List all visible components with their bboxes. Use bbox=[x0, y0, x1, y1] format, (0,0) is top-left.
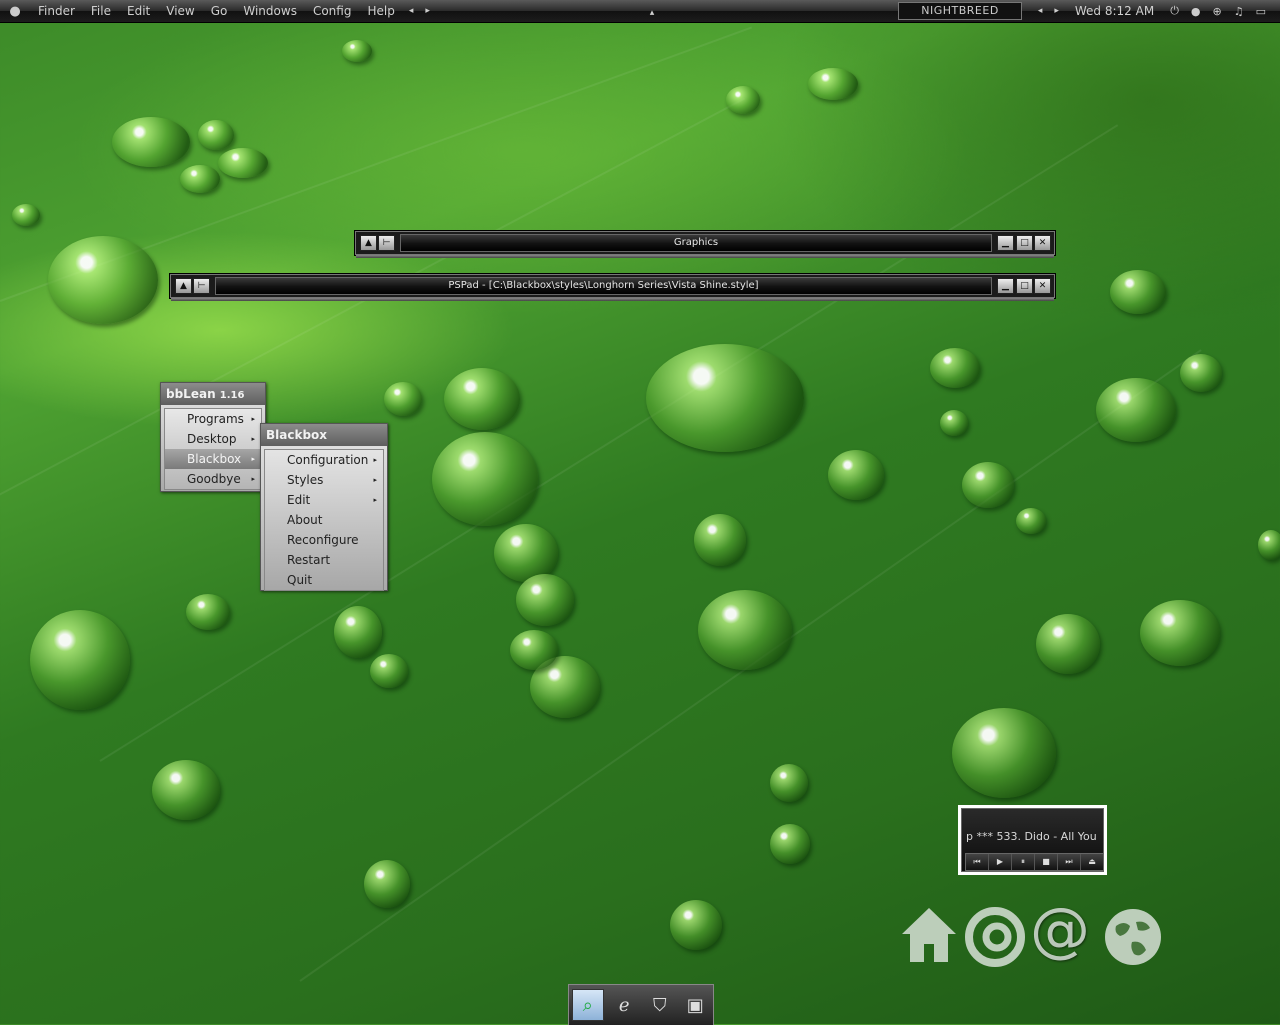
window-pin-icon[interactable]: ⊢ bbox=[378, 235, 395, 251]
copyright-like-icon[interactable] bbox=[964, 906, 1026, 968]
menu-item-label: Desktop bbox=[187, 432, 237, 446]
window-up-icon[interactable]: ▲ bbox=[360, 235, 377, 251]
workspace-label[interactable]: NIGHTBREED bbox=[898, 2, 1022, 20]
maximize-icon[interactable]: □ bbox=[1016, 235, 1033, 251]
menu-item-label: Configuration bbox=[287, 453, 369, 467]
window-manager-icon[interactable]: ▣ bbox=[680, 990, 710, 1020]
window-up-icon[interactable]: ▲ bbox=[175, 278, 192, 294]
submenu-arrow-icon: ▸ bbox=[373, 476, 377, 484]
nav-back-arrow-icon[interactable]: ◂ bbox=[403, 6, 420, 16]
menu-item-quit[interactable]: Quit bbox=[265, 570, 383, 590]
eject-icon[interactable]: ⏏ bbox=[1081, 854, 1103, 870]
internet-explorer-icon[interactable]: ℯ bbox=[609, 990, 639, 1020]
menu-title-text: bbLean bbox=[166, 387, 216, 401]
menu-item-configuration[interactable]: Configuration ▸ bbox=[265, 450, 383, 470]
network-icon[interactable]: ⊕ bbox=[1207, 5, 1228, 18]
submenu-title: Blackbox bbox=[261, 424, 387, 446]
minimize-icon[interactable]: ▁ bbox=[997, 235, 1014, 251]
menu-help[interactable]: Help bbox=[359, 4, 402, 18]
clock[interactable]: Wed 8:12 AM bbox=[1065, 4, 1164, 18]
menu-item-label: About bbox=[287, 513, 323, 527]
menu-item-label: Goodbye bbox=[187, 472, 241, 486]
menu-item-label: Programs bbox=[187, 412, 244, 426]
menu-item-blackbox[interactable]: Blackbox ▸ bbox=[165, 449, 261, 469]
menu-finder[interactable]: Finder bbox=[30, 4, 83, 18]
window-title[interactable]: PSPad - [C:\Blackbox\styles\Longhorn Ser… bbox=[215, 277, 992, 295]
apple-icon[interactable]: ● bbox=[0, 4, 30, 19]
close-icon[interactable]: ✕ bbox=[1034, 278, 1051, 294]
menu-item-label: Reconfigure bbox=[287, 533, 359, 547]
menubar-spacer: ▴ bbox=[436, 4, 898, 18]
pause-icon[interactable]: ⏸ bbox=[1012, 854, 1035, 870]
menu-items: Programs ▸ Desktop ▸ Blackbox ▸ Goodbye ▸ bbox=[164, 408, 262, 490]
nav-forward-arrow-icon[interactable]: ▸ bbox=[419, 6, 436, 16]
menu-file[interactable]: File bbox=[83, 4, 119, 18]
menu-item-styles[interactable]: Styles ▸ bbox=[265, 470, 383, 490]
play-icon[interactable]: ▶ bbox=[989, 854, 1012, 870]
headphones-icon[interactable]: ♫ bbox=[1228, 5, 1250, 18]
menu-item-label: Edit bbox=[287, 493, 311, 507]
menu-config[interactable]: Config bbox=[305, 4, 360, 18]
submenu-arrow-icon: ▸ bbox=[251, 435, 255, 443]
menu-view[interactable]: View bbox=[158, 4, 202, 18]
submenu-arrow-icon: ▸ bbox=[373, 456, 377, 464]
workspace-prev-icon[interactable]: ◂ bbox=[1032, 6, 1049, 16]
previous-track-icon[interactable]: ⏮ bbox=[966, 854, 989, 870]
window-title[interactable]: Graphics bbox=[400, 234, 992, 252]
media-player-body: p *** 533. Dido - All You ⏮ ▶ ⏸ ■ ⏭ ⏏ bbox=[961, 808, 1104, 872]
collapse-arrow-icon[interactable]: ▴ bbox=[644, 8, 661, 18]
submenu-arrow-icon: ▸ bbox=[251, 475, 255, 483]
graphics-window[interactable]: ▲ ⊢ Graphics ▁ □ ✕ bbox=[355, 231, 1055, 258]
menu-item-label: Quit bbox=[287, 573, 313, 587]
submenu-arrow-icon: ▸ bbox=[251, 455, 255, 463]
dock: ⌕ ℯ ⛉ ▣ bbox=[568, 984, 714, 1025]
menu-title: bbLean 1.16 bbox=[161, 383, 265, 405]
submenu-arrow-icon: ▸ bbox=[251, 415, 255, 423]
desktop-icon[interactable]: ▭ bbox=[1250, 5, 1280, 18]
menu-go[interactable]: Go bbox=[203, 4, 236, 18]
menu-item-label: Styles bbox=[287, 473, 324, 487]
status-dot-icon[interactable]: ● bbox=[1185, 5, 1207, 18]
power-icon[interactable]: ⏻ bbox=[1164, 4, 1185, 18]
menu-windows[interactable]: Windows bbox=[235, 4, 305, 18]
menu-item-edit[interactable]: Edit ▸ bbox=[265, 490, 383, 510]
menu-item-reconfigure[interactable]: Reconfigure bbox=[265, 530, 383, 550]
globe-icon[interactable] bbox=[1102, 906, 1164, 968]
next-track-icon[interactable]: ⏭ bbox=[1058, 854, 1081, 870]
submenu-items: Configuration ▸ Styles ▸ Edit ▸ About Recon… bbox=[264, 449, 384, 591]
home-icon[interactable] bbox=[898, 904, 960, 966]
menu-version: 1.16 bbox=[219, 390, 245, 401]
menu-item-goodbye[interactable]: Goodbye ▸ bbox=[165, 469, 261, 489]
pspad-window[interactable]: ▲ ⊢ PSPad - [C:\Blackbox\styles\Longhorn… bbox=[170, 274, 1055, 301]
menu-item-label: Restart bbox=[287, 553, 331, 567]
shield-icon[interactable]: ⛉ bbox=[645, 990, 675, 1020]
menu-item-about[interactable]: About bbox=[265, 510, 383, 530]
window-pin-icon[interactable]: ⊢ bbox=[193, 278, 210, 294]
explorer-search-icon[interactable]: ⌕ bbox=[571, 989, 604, 1021]
window-frame-bottom bbox=[171, 298, 1054, 301]
close-icon[interactable]: ✕ bbox=[1034, 235, 1051, 251]
workspace-next-icon[interactable]: ▸ bbox=[1048, 6, 1065, 16]
stop-icon[interactable]: ■ bbox=[1035, 854, 1058, 870]
menu-item-programs[interactable]: Programs ▸ bbox=[165, 409, 261, 429]
blackbox-submenu: Blackbox Configuration ▸ Styles ▸ Edit ▸ Ab… bbox=[260, 423, 388, 591]
submenu-arrow-icon: ▸ bbox=[373, 496, 377, 504]
maximize-icon[interactable]: □ bbox=[1016, 278, 1033, 294]
menu-item-restart[interactable]: Restart bbox=[265, 550, 383, 570]
player-controls: ⏮ ▶ ⏸ ■ ⏭ ⏏ bbox=[965, 853, 1104, 871]
bblean-root-menu: bbLean 1.16 Programs ▸ Desktop ▸ Blackbox ▸… bbox=[160, 382, 266, 492]
menu-item-label: Blackbox bbox=[187, 452, 242, 466]
menu-edit[interactable]: Edit bbox=[119, 4, 158, 18]
top-menubar: ● Finder File Edit View Go Windows Confi… bbox=[0, 0, 1280, 23]
at-icon[interactable]: @ bbox=[1030, 898, 1090, 962]
window-frame-bottom bbox=[356, 255, 1054, 258]
track-title: p *** 533. Dido - All You bbox=[966, 830, 1097, 843]
menu-item-desktop[interactable]: Desktop ▸ bbox=[165, 429, 261, 449]
media-player: p *** 533. Dido - All You ⏮ ▶ ⏸ ■ ⏭ ⏏ bbox=[958, 805, 1107, 875]
minimize-icon[interactable]: ▁ bbox=[997, 278, 1014, 294]
